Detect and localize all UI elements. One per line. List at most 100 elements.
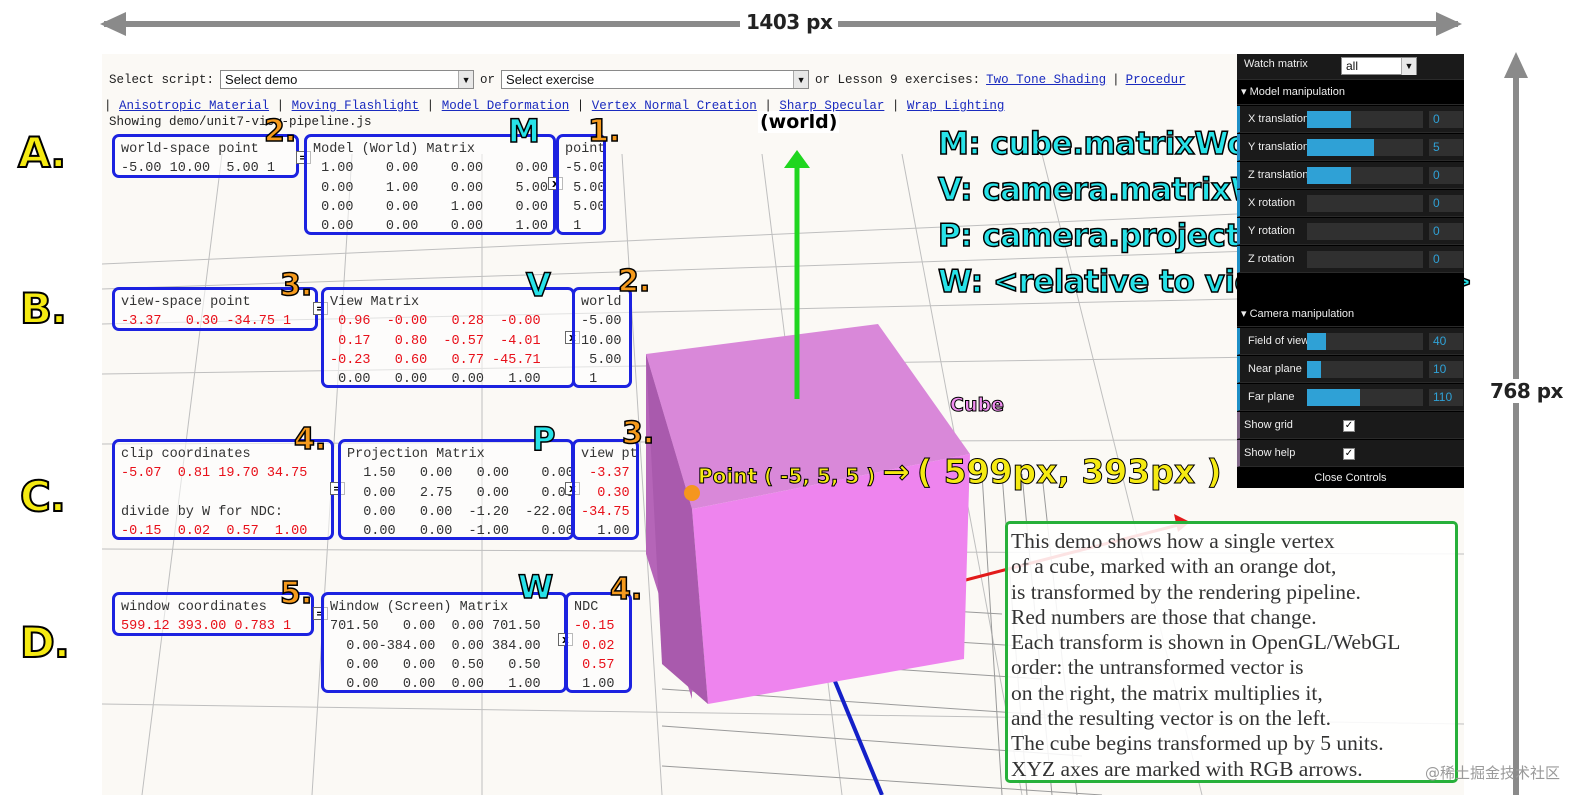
help-line: and the resulting vector is on the left.: [1011, 706, 1332, 731]
point-annotation: Point ( -5, 5, 5 ) → ( 599px, 393px ): [697, 452, 1223, 492]
help-line: This demo shows how a single vertex: [1011, 529, 1335, 553]
watch-matrix-label: Watch matrix: [1244, 58, 1308, 70]
row-label-a: A.: [17, 127, 67, 178]
model-slider-row[interactable]: Y rotation 0: [1237, 218, 1464, 245]
field-of-view-label: Field of view: [1248, 335, 1310, 347]
slider-fill: [1307, 389, 1361, 406]
watch-matrix-select[interactable]: all ▼: [1341, 57, 1417, 75]
slider-fill: [1307, 167, 1352, 184]
matrix-letter-m: M: [507, 111, 540, 151]
model-manipulation-header[interactable]: ▾ Model manipulation: [1237, 80, 1464, 105]
far-plane-label: Far plane: [1248, 391, 1295, 403]
y-translation-value-input[interactable]: 5: [1429, 139, 1463, 156]
camera-manipulation-header[interactable]: ▾ Camera manipulation: [1237, 302, 1464, 327]
select-script-label: Select script:: [109, 72, 215, 87]
help-line: XYZ axes are marked with RGB arrows.: [1011, 756, 1363, 781]
z-rotation-slider[interactable]: [1307, 251, 1423, 268]
camera-slider-row[interactable]: Field of view 40: [1237, 328, 1464, 355]
collapse-arrow-icon: ▾: [1241, 308, 1250, 320]
model-slider-row[interactable]: Z rotation 0: [1237, 246, 1464, 273]
window-input-ndc-box: NDC -0.15 0.02 0.57 1.00: [565, 592, 632, 693]
point-screen-coords: ( 599px, 393px ): [917, 452, 1223, 492]
width-dimension-label: 1403 px: [740, 10, 839, 34]
chevron-down-icon: ▼: [458, 71, 474, 88]
height-dimension-arrow: [1504, 52, 1528, 795]
show-grid-row[interactable]: Show grid ✓: [1237, 412, 1464, 439]
camera-slider-row[interactable]: Near plane 10: [1237, 356, 1464, 383]
x-rotation-label: X rotation: [1248, 197, 1296, 209]
link-sharp-specular[interactable]: Sharp Specular: [779, 99, 884, 113]
model-slider-row[interactable]: Z translation 0: [1237, 162, 1464, 189]
show-help-row[interactable]: Show help ✓: [1237, 440, 1464, 467]
matrix-letter-w: W: [517, 567, 554, 607]
watch-matrix-row: Watch matrix all ▼: [1237, 54, 1464, 80]
slider-fill: [1307, 361, 1321, 378]
slider-fill: [1307, 139, 1375, 156]
model-input-point-box: point -5.00 5.00 5.00 1: [556, 134, 606, 235]
slider-fill: [1307, 333, 1326, 350]
chevron-down-icon: ▼: [793, 71, 809, 88]
far-plane-slider[interactable]: [1307, 389, 1423, 406]
y-rotation-label: Y rotation: [1248, 225, 1295, 237]
height-dimension-label: 768 px: [1484, 379, 1569, 403]
help-line: Each transform is shown in OpenGL/WebGL: [1011, 630, 1401, 655]
step-2-label: 2.: [263, 113, 297, 150]
help-line: The cube begins transformed up by 5 unit…: [1011, 731, 1384, 756]
step-1-label: 1.: [587, 113, 621, 150]
x-translation-value-input[interactable]: 0: [1429, 111, 1463, 128]
z-translation-label: Z translation: [1248, 169, 1309, 181]
projection-input-view-box: view pt -3.37 0.30 -34.75 1.00: [572, 439, 639, 540]
z-translation-value-input[interactable]: 0: [1429, 167, 1463, 184]
link-vertex-normal-creation[interactable]: Vertex Normal Creation: [592, 99, 757, 113]
x-rotation-slider[interactable]: [1307, 195, 1423, 212]
controls-panel: Watch matrix all ▼ ▾ Model manipulation …: [1237, 54, 1464, 488]
link-model-deformation[interactable]: Model Deformation: [442, 99, 570, 113]
y-rotation-slider[interactable]: [1307, 223, 1423, 240]
demo-select[interactable]: Select demo ▼: [220, 70, 475, 89]
field-of-view-value-input[interactable]: 40: [1429, 333, 1463, 350]
point-world-coords: Point ( -5, 5, 5 ): [697, 464, 876, 489]
model-slider-row[interactable]: X rotation 0: [1237, 190, 1464, 217]
lesson-exercises-label: or Lesson 9 exercises:: [815, 72, 981, 87]
z-rotation-label: Z rotation: [1248, 253, 1295, 265]
help-line: is transformed by the rendering pipeline…: [1011, 579, 1361, 604]
status-text: Showing demo/unit7-view-pipeline.js: [109, 115, 372, 129]
slider-fill: [1307, 111, 1352, 128]
exercise-select[interactable]: Select exercise ▼: [501, 70, 810, 89]
x-translation-slider[interactable]: [1307, 111, 1423, 128]
watermark: @稀土掘金技术社区: [1424, 764, 1560, 782]
row-label-c: C.: [19, 471, 67, 522]
model-slider-row[interactable]: Y translation 5: [1237, 134, 1464, 161]
show-help-label: Show help: [1244, 447, 1296, 459]
step-2-label: 2.: [617, 263, 651, 300]
step-5-label: 5.: [279, 575, 313, 612]
z-rotation-value-input[interactable]: 0: [1429, 251, 1463, 268]
close-controls-button[interactable]: Close Controls: [1237, 468, 1464, 488]
show-help-checkbox[interactable]: ✓: [1343, 448, 1355, 460]
near-plane-value-input[interactable]: 10: [1429, 361, 1463, 378]
model-slider-row[interactable]: X translation 0: [1237, 106, 1464, 133]
step-4-label: 4.: [293, 421, 327, 458]
field-of-view-slider[interactable]: [1307, 333, 1423, 350]
y-rotation-value-input[interactable]: 0: [1429, 223, 1463, 240]
step-3-label: 3.: [279, 267, 313, 304]
near-plane-slider[interactable]: [1307, 361, 1423, 378]
link-procedural[interactable]: Procedur: [1126, 73, 1186, 87]
show-grid-checkbox[interactable]: ✓: [1343, 420, 1355, 432]
z-translation-slider[interactable]: [1307, 167, 1423, 184]
far-plane-value-input[interactable]: 110: [1429, 389, 1463, 406]
y-translation-slider[interactable]: [1307, 139, 1423, 156]
step-3-label: 3.: [621, 415, 655, 452]
link-wrap-lighting[interactable]: Wrap Lighting: [907, 99, 1005, 113]
x-translation-label: X translation: [1248, 113, 1310, 125]
link-moving-flashlight[interactable]: Moving Flashlight: [292, 99, 420, 113]
matrix-letter-v: V: [525, 265, 551, 305]
matrix-letter-p: P: [531, 419, 556, 459]
window-matrix-box: Window (Screen) Matrix 701.50 0.00 0.00 …: [321, 592, 567, 693]
x-rotation-value-input[interactable]: 0: [1429, 195, 1463, 212]
help-line: of a cube, marked with an orange dot,: [1011, 554, 1337, 579]
link-two-tone-shading[interactable]: Two Tone Shading: [986, 73, 1106, 87]
camera-slider-row[interactable]: Far plane 110: [1237, 384, 1464, 411]
link-anisotropic-material[interactable]: Anisotropic Material: [119, 99, 269, 113]
chevron-down-icon: ▼: [1401, 57, 1416, 75]
